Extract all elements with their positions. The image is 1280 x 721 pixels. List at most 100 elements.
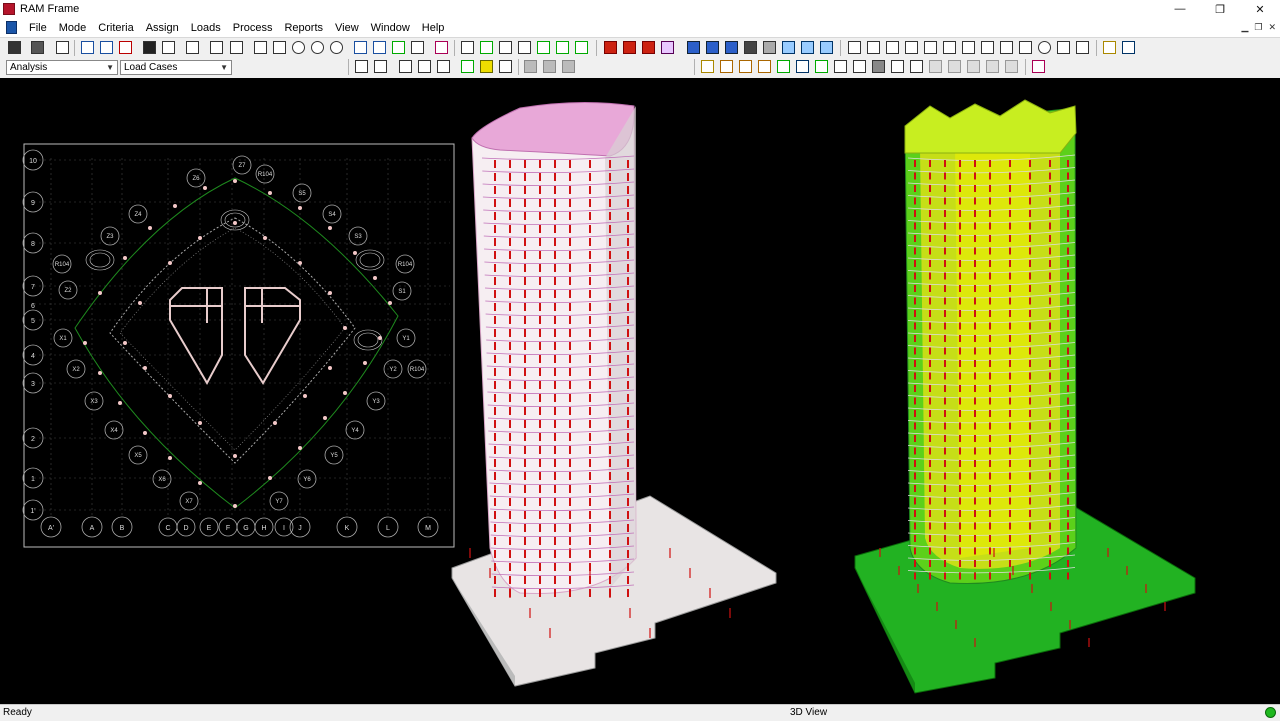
node-icon[interactable]: [556, 41, 569, 54]
zoom-in-icon[interactable]: [292, 41, 305, 54]
frame-view-icon[interactable]: [81, 41, 94, 54]
av-icon[interactable]: [891, 60, 904, 73]
filter-icon[interactable]: [373, 41, 386, 54]
au-icon[interactable]: [872, 60, 885, 73]
menu-help[interactable]: Help: [416, 22, 451, 34]
as-icon[interactable]: [834, 60, 847, 73]
aj-icon[interactable]: [543, 60, 556, 73]
model-canvas[interactable]: 10 9 8 7 6 5 4 3 2 1 1' A' A B C D E F G…: [0, 78, 1280, 704]
zoom-extents-icon[interactable]: [330, 41, 343, 54]
zoom-out-icon[interactable]: [311, 41, 324, 54]
mode-select[interactable]: Analysis ▼: [6, 60, 118, 75]
ao-icon[interactable]: [758, 60, 771, 73]
menu-mode[interactable]: Mode: [53, 22, 93, 34]
restore-button[interactable]: ❐: [1200, 0, 1240, 18]
blue-beam-icon[interactable]: [706, 41, 719, 54]
bc-icon[interactable]: [1032, 60, 1045, 73]
column-icon[interactable]: [461, 41, 474, 54]
tool-l-icon[interactable]: [1057, 41, 1070, 54]
menu-file[interactable]: File: [23, 22, 53, 34]
ay-icon[interactable]: [948, 60, 961, 73]
bb-icon[interactable]: [1005, 60, 1018, 73]
brace-icon[interactable]: [499, 41, 512, 54]
ax-icon[interactable]: [929, 60, 942, 73]
diaphragm-icon[interactable]: [575, 41, 588, 54]
menu-loads[interactable]: Loads: [185, 22, 227, 34]
plan-view-icon[interactable]: [100, 41, 113, 54]
rotate-icon[interactable]: [354, 41, 367, 54]
tool-c-icon[interactable]: [886, 41, 899, 54]
child-close-icon[interactable]: ✕: [1268, 22, 1276, 33]
red-column-icon[interactable]: [604, 41, 617, 54]
green-frame-icon[interactable]: [392, 41, 405, 54]
support-icon[interactable]: [537, 41, 550, 54]
menu-assign[interactable]: Assign: [140, 22, 185, 34]
ad-icon[interactable]: [418, 60, 431, 73]
ak-icon[interactable]: [562, 60, 575, 73]
blue-column-icon[interactable]: [687, 41, 700, 54]
wall-icon[interactable]: [518, 41, 531, 54]
ag-icon[interactable]: [480, 60, 493, 73]
menu-reports[interactable]: Reports: [278, 22, 329, 34]
az-icon[interactable]: [967, 60, 980, 73]
blue-wall-icon[interactable]: [725, 41, 738, 54]
tool-f-icon[interactable]: [943, 41, 956, 54]
ac-icon[interactable]: [399, 60, 412, 73]
members-icon[interactable]: [162, 41, 175, 54]
tool-i-icon[interactable]: [1000, 41, 1013, 54]
menu-view[interactable]: View: [329, 22, 365, 34]
elevation-view-icon[interactable]: [119, 41, 132, 54]
ap-icon[interactable]: [777, 60, 790, 73]
tool-a-icon[interactable]: [848, 41, 861, 54]
frame-icon[interactable]: [210, 41, 223, 54]
red-wall-icon[interactable]: [642, 41, 655, 54]
tool-e-icon[interactable]: [924, 41, 937, 54]
grid-icon[interactable]: [763, 41, 776, 54]
document-icon[interactable]: [6, 21, 17, 34]
tool-n-icon[interactable]: [1103, 41, 1116, 54]
minimize-button[interactable]: —: [1160, 0, 1200, 18]
section-icon[interactable]: [411, 41, 424, 54]
red-beam-icon[interactable]: [623, 41, 636, 54]
close-button[interactable]: ✕: [1240, 0, 1280, 18]
child-restore-icon[interactable]: ❐: [1254, 22, 1262, 33]
tool-k-icon[interactable]: [1038, 41, 1051, 54]
ae-icon[interactable]: [437, 60, 450, 73]
print-icon[interactable]: [31, 41, 44, 54]
report-icon[interactable]: [56, 41, 69, 54]
deck-icon[interactable]: [661, 41, 674, 54]
at-icon[interactable]: [853, 60, 866, 73]
save-icon[interactable]: [8, 41, 21, 54]
ab-icon[interactable]: [374, 60, 387, 73]
ar-icon[interactable]: [815, 60, 828, 73]
tool-j-icon[interactable]: [1019, 41, 1032, 54]
am-icon[interactable]: [720, 60, 733, 73]
load-case-select[interactable]: Load Cases ▼: [120, 60, 232, 75]
network-icon[interactable]: [820, 41, 833, 54]
tool-b-icon[interactable]: [867, 41, 880, 54]
zoom-window-icon[interactable]: [273, 41, 286, 54]
tool-m-icon[interactable]: [1076, 41, 1089, 54]
pan-icon[interactable]: [254, 41, 267, 54]
aa-icon[interactable]: [355, 60, 368, 73]
property-icon[interactable]: [435, 41, 448, 54]
table-icon[interactable]: [782, 41, 795, 54]
menu-criteria[interactable]: Criteria: [92, 22, 139, 34]
chart-icon[interactable]: [801, 41, 814, 54]
ah-icon[interactable]: [499, 60, 512, 73]
story-icon[interactable]: [230, 41, 243, 54]
tool-o-icon[interactable]: [1122, 41, 1135, 54]
find-icon[interactable]: [143, 41, 156, 54]
child-minimize-icon[interactable]: ▁: [1241, 22, 1248, 33]
footing-icon[interactable]: [744, 41, 757, 54]
ai-icon[interactable]: [524, 60, 537, 73]
menu-process[interactable]: Process: [227, 22, 279, 34]
aw-icon[interactable]: [910, 60, 923, 73]
select-icon[interactable]: [186, 41, 199, 54]
tool-g-icon[interactable]: [962, 41, 975, 54]
an-icon[interactable]: [739, 60, 752, 73]
af-icon[interactable]: [461, 60, 474, 73]
beam-icon[interactable]: [480, 41, 493, 54]
tool-d-icon[interactable]: [905, 41, 918, 54]
menu-window[interactable]: Window: [365, 22, 416, 34]
